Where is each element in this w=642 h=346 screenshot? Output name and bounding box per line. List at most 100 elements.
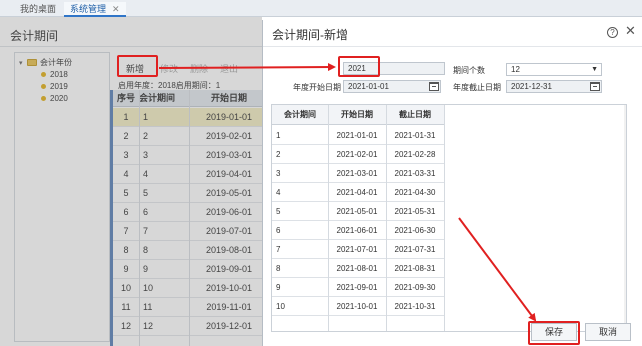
tab-system-management[interactable]: 系统管理 ✕ xyxy=(64,2,126,17)
row-period-cell: 7 xyxy=(143,226,149,236)
row-period-cell: 3 xyxy=(143,150,149,160)
table-row[interactable]: 1 2021-01-01 2021-01-31 xyxy=(272,126,444,145)
edit-button[interactable]: 修改 xyxy=(160,62,178,75)
row-start-date-cell: 2021-08-01 xyxy=(336,264,378,273)
table-row[interactable]: 11 11 2019-11-01 xyxy=(113,298,262,317)
row-start-date-cell: 2021-10-01 xyxy=(336,302,378,311)
table-row[interactable]: 7 7 2019-07-01 xyxy=(113,222,262,241)
table-row[interactable]: 5 2021-05-01 2021-05-31 xyxy=(272,202,444,221)
row-period-cell: 1 xyxy=(276,131,281,140)
exit-button[interactable]: 退出 xyxy=(220,62,238,75)
row-start-date-cell: 2021-07-01 xyxy=(336,245,378,254)
table-row[interactable]: 8 8 2019-08-01 xyxy=(113,241,262,260)
row-period-cell: 4 xyxy=(276,188,281,197)
table-row[interactable]: 10 10 2019-10-01 xyxy=(113,279,262,298)
row-number-cell: 8 xyxy=(123,245,129,255)
row-period-cell: 9 xyxy=(143,264,149,274)
table-row[interactable]: 4 2021-04-01 2021-04-30 xyxy=(272,183,444,202)
row-end-date-cell: 2021-02-28 xyxy=(394,150,436,159)
table-row[interactable]: 1 1 2019-01-01 xyxy=(113,108,262,127)
table-row[interactable]: 5 5 2019-05-01 xyxy=(113,184,262,203)
cancel-button[interactable]: 取消 xyxy=(585,323,631,341)
row-period-cell: 9 xyxy=(276,283,281,292)
row-start-date-cell: 2019-05-01 xyxy=(205,188,253,198)
row-end-date-cell: 2021-04-30 xyxy=(394,188,436,197)
period-detail-table: 会计期间 开始日期 截止日期 1 2021-01-01 2021-01-31 2 202… xyxy=(271,104,627,332)
row-period-cell: 11 xyxy=(143,302,153,312)
row-number-cell: 3 xyxy=(123,150,129,160)
table-row[interactable]: 3 2021-03-01 2021-03-31 xyxy=(272,164,444,183)
table-row[interactable]: 2 2 2019-02-01 xyxy=(113,127,262,146)
col-divider xyxy=(386,105,387,331)
col-divider xyxy=(139,90,140,346)
period-count-select[interactable]: 12 ▼ xyxy=(506,63,602,76)
row-start-date-cell: 2021-09-01 xyxy=(336,283,378,292)
annotation-box-save xyxy=(528,321,580,345)
row-start-date-cell: 2021-04-01 xyxy=(336,188,378,197)
row-number-cell: 4 xyxy=(123,169,129,179)
tree-item-2020[interactable]: 2020 xyxy=(41,94,68,104)
row-start-date-cell: 2019-12-01 xyxy=(205,321,253,331)
table-row[interactable]: 2 2021-02-01 2021-02-28 xyxy=(272,145,444,164)
row-end-date-cell: 2021-07-31 xyxy=(394,245,436,254)
help-icon[interactable]: ? xyxy=(607,27,618,38)
table-row[interactable]: 6 2021-06-01 2021-06-30 xyxy=(272,221,444,240)
row-period-cell: 5 xyxy=(143,188,149,198)
calendar-icon[interactable] xyxy=(429,82,439,91)
tab-close-icon[interactable]: ✕ xyxy=(112,4,120,14)
table-row[interactable]: 9 2021-09-01 2021-09-30 xyxy=(272,278,444,297)
row-period-cell: 2 xyxy=(143,131,149,141)
row-end-date-cell: 2021-05-31 xyxy=(394,207,436,216)
table-row[interactable]: 3 3 2019-03-01 xyxy=(113,146,262,165)
table-row[interactable]: 12 12 2019-12-01 xyxy=(113,317,262,336)
row-period-cell: 8 xyxy=(143,245,149,255)
col-divider xyxy=(189,90,190,346)
period-count-label: 期间个数 xyxy=(453,66,485,75)
tree-root[interactable]: ▾ 会计年份 xyxy=(19,58,72,69)
col-header-period: 会计期间 xyxy=(139,93,176,103)
col-header-start: 开始日期 xyxy=(210,93,247,103)
row-number-cell: 9 xyxy=(123,264,129,274)
table-row[interactable]: 6 6 2019-06-01 xyxy=(113,203,262,222)
period-count-value: 12 xyxy=(511,65,520,74)
year-end-value: 2021-12-31 xyxy=(511,82,552,91)
row-period-cell: 10 xyxy=(276,302,285,311)
tab-desktop[interactable]: 我的桌面 xyxy=(14,2,62,17)
row-number-cell: 12 xyxy=(120,321,131,331)
scroll-up-icon[interactable]: ▲ xyxy=(626,107,627,113)
row-number-cell: 7 xyxy=(123,226,129,236)
row-period-cell: 6 xyxy=(143,207,149,217)
calendar-icon[interactable] xyxy=(590,82,600,91)
table-row[interactable] xyxy=(272,316,444,331)
table-row[interactable]: 10 2021-10-01 2021-10-31 xyxy=(272,297,444,316)
table-row[interactable]: 9 9 2019-09-01 xyxy=(113,260,262,279)
row-start-date-cell: 2021-02-01 xyxy=(336,150,378,159)
scrollbar-thumb[interactable] xyxy=(626,155,627,303)
new-period-dialog: 会计期间-新增 ? ✕ 2021 期间个数 12 ▼ 年度开始日期 2021-0… xyxy=(262,20,642,346)
row-period-cell: 6 xyxy=(276,226,281,235)
year-start-date-input[interactable]: 2021-01-01 xyxy=(343,80,441,93)
table-row[interactable]: 8 2021-08-01 2021-08-31 xyxy=(272,259,444,278)
grid-header: 序号 会计期间 开始日期 xyxy=(113,90,262,107)
row-period-cell: 1 xyxy=(143,112,149,122)
row-period-cell: 8 xyxy=(276,264,281,273)
table-row[interactable]: 7 2021-07-01 2021-07-31 xyxy=(272,240,444,259)
row-end-date-cell: 2021-09-30 xyxy=(394,283,436,292)
table-row[interactable]: 4 4 2019-04-01 xyxy=(113,165,262,184)
close-icon[interactable]: ✕ xyxy=(625,24,636,37)
detail-table-header: 会计期间 开始日期 截止日期 xyxy=(272,105,444,125)
row-start-date-cell: 2019-03-01 xyxy=(205,150,253,160)
year-end-date-input[interactable]: 2021-12-31 xyxy=(506,80,602,93)
row-start-date-cell: 2019-02-01 xyxy=(205,131,253,141)
row-number-cell: 11 xyxy=(121,302,131,312)
delete-button[interactable]: 删除 xyxy=(190,62,208,75)
year-dot-icon xyxy=(41,96,46,101)
col-divider xyxy=(328,105,329,331)
row-end-date-cell: 2021-03-31 xyxy=(394,169,436,178)
collapse-icon[interactable]: ▾ xyxy=(19,59,27,69)
year-dot-icon xyxy=(41,84,46,89)
tree-item-2018[interactable]: 2018 xyxy=(41,70,68,80)
row-start-date-cell: 2021-01-01 xyxy=(336,131,378,140)
tree-item-2019[interactable]: 2019 xyxy=(41,82,68,92)
row-end-date-cell: 2021-06-30 xyxy=(394,226,436,235)
